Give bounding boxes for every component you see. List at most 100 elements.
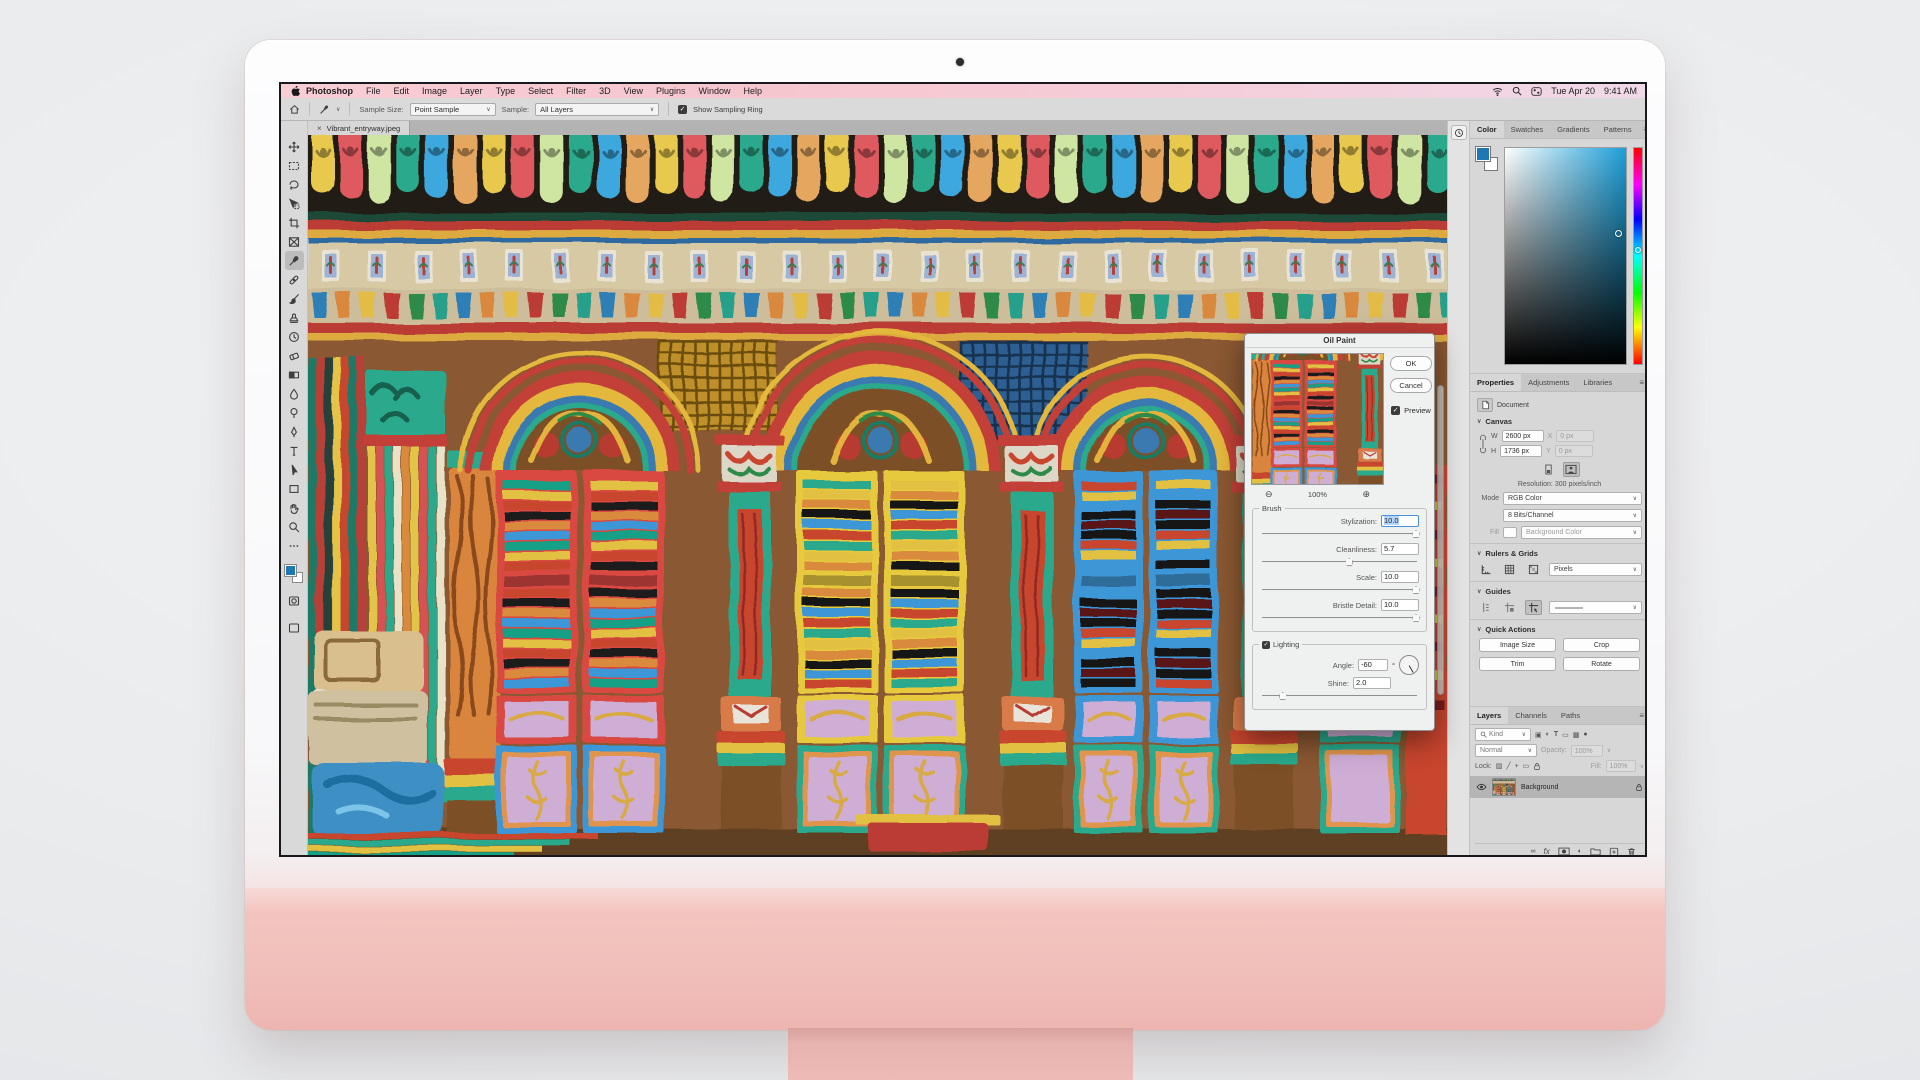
angle-field[interactable]: -60 [1358, 659, 1388, 671]
filter-type-icon[interactable]: T [1554, 731, 1558, 738]
menu-item-select[interactable]: Select [528, 86, 553, 96]
layer-row-background[interactable]: Background [1470, 776, 1647, 798]
menu-item-file[interactable]: File [366, 86, 381, 96]
apple-menu-icon[interactable] [290, 86, 300, 97]
filter-image-icon[interactable]: ▣ [1535, 731, 1542, 739]
object-selection-tool[interactable] [285, 194, 304, 213]
tab-channels[interactable]: Channels [1508, 707, 1554, 724]
x-field[interactable]: 0 px [1556, 430, 1594, 442]
filter-toggle-icon[interactable]: ● [1583, 731, 1587, 738]
tab-swatches[interactable]: Swatches [1504, 121, 1551, 138]
lasso-tool[interactable] [285, 175, 304, 194]
cleanliness-slider[interactable] [1262, 557, 1417, 567]
height-field[interactable]: 1736 px [1500, 445, 1542, 457]
menu-item-photoshop[interactable]: Photoshop [306, 86, 353, 96]
edit-toolbar[interactable] [285, 536, 304, 555]
crop-button[interactable]: Crop [1563, 638, 1640, 652]
zoom-out-icon[interactable]: ⊖ [1265, 489, 1273, 500]
fill-opacity-field[interactable]: 100% [1606, 760, 1636, 772]
color-swatches[interactable] [1476, 147, 1498, 171]
toolbar-color-swatches[interactable] [285, 565, 303, 583]
zoom-tool[interactable] [285, 517, 304, 536]
hand-tool[interactable] [285, 498, 304, 517]
menu-item-filter[interactable]: Filter [566, 86, 586, 96]
guides-icon-3[interactable] [1525, 600, 1542, 615]
stylization-field[interactable]: 10.0 [1381, 515, 1419, 527]
quick-actions-header[interactable]: ∨Quick Actions [1477, 625, 1642, 634]
lock-all-icon[interactable] [1533, 762, 1541, 771]
menu-item-help[interactable]: Help [744, 86, 763, 96]
bristle-detail-field[interactable]: 10.0 [1381, 599, 1419, 611]
zoom-in-icon[interactable]: ⊕ [1362, 489, 1370, 500]
menu-item-layer[interactable]: Layer [460, 86, 483, 96]
menu-item-view[interactable]: View [624, 86, 643, 96]
filter-shape-icon[interactable]: ▭ [1562, 731, 1569, 739]
lock-position-icon[interactable]: + [1515, 763, 1519, 770]
pen-tool[interactable] [285, 422, 304, 441]
fill-dropdown[interactable]: Background Color∨ [1521, 526, 1642, 539]
stylization-slider[interactable] [1262, 529, 1417, 539]
rectangle-tool[interactable] [285, 479, 304, 498]
chevron-down-icon[interactable]: ∨ [336, 106, 340, 113]
move-tool[interactable] [285, 137, 304, 156]
scale-slider[interactable] [1262, 585, 1417, 595]
blur-tool[interactable] [285, 384, 304, 403]
toggle-rulers-icon[interactable] [1477, 562, 1494, 577]
ok-button[interactable]: OK [1390, 356, 1432, 371]
add-mask-icon[interactable] [1558, 847, 1570, 856]
menu-item-window[interactable]: Window [699, 86, 731, 96]
sample-size-dropdown[interactable]: Point Sample∨ [410, 103, 496, 116]
blend-mode-dropdown[interactable]: Normal∨ [1475, 744, 1537, 757]
image-size-button[interactable]: Image Size [1479, 638, 1556, 652]
menu-time[interactable]: 9:41 AM [1604, 86, 1637, 96]
show-sampling-ring-checkbox[interactable]: ✓ [678, 105, 687, 114]
color-picker-square[interactable] [1504, 147, 1627, 365]
color-mode-dropdown[interactable]: RGB Color∨ [1503, 492, 1642, 505]
toolbar-foreground-color[interactable] [285, 565, 296, 576]
hue-marker[interactable] [1635, 247, 1641, 253]
home-icon[interactable] [289, 104, 300, 115]
panel-menu-icon[interactable]: ≡ [1634, 374, 1647, 391]
filter-adjustment-icon[interactable]: ◐ [1546, 731, 1550, 738]
tab-gradients[interactable]: Gradients [1550, 121, 1597, 138]
bit-depth-dropdown[interactable]: 8 Bits/Channel∨ [1503, 509, 1642, 522]
tab-properties[interactable]: Properties [1470, 374, 1521, 391]
panel-menu-icon[interactable]: ≡ [1639, 121, 1647, 138]
layer-style-icon[interactable]: fx [1544, 847, 1550, 856]
layer-visibility-eye-icon[interactable] [1476, 783, 1487, 791]
y-field[interactable]: 0 px [1555, 445, 1593, 457]
menu-item-image[interactable]: Image [422, 86, 447, 96]
adjustment-layer-icon[interactable]: ◐ [1578, 848, 1582, 855]
panel-menu-icon[interactable]: ≡ [1634, 707, 1647, 724]
guides-header[interactable]: ∨Guides [1477, 587, 1642, 596]
close-tab-icon[interactable]: × [317, 124, 322, 133]
tab-color[interactable]: Color [1470, 121, 1504, 138]
delete-layer-icon[interactable] [1627, 847, 1636, 857]
opacity-field[interactable]: 100% [1571, 745, 1603, 757]
portrait-orientation-button[interactable] [1540, 462, 1557, 477]
brush-tool[interactable] [285, 289, 304, 308]
lock-pixels-icon[interactable]: ╱ [1506, 762, 1510, 770]
menu-item-type[interactable]: Type [496, 86, 516, 96]
angle-dial[interactable] [1399, 655, 1419, 675]
trim-button[interactable]: Trim [1479, 657, 1556, 671]
eyedropper-preset-icon[interactable] [319, 104, 330, 115]
hue-slider[interactable] [1633, 147, 1643, 365]
type-tool[interactable] [285, 441, 304, 460]
cancel-button[interactable]: Cancel [1390, 378, 1432, 393]
lock-transparency-icon[interactable]: ▨ [1496, 762, 1503, 770]
tab-paths[interactable]: Paths [1554, 707, 1587, 724]
history-brush-tool[interactable] [285, 327, 304, 346]
filter-smart-object-icon[interactable]: ▩ [1573, 731, 1580, 739]
tab-patterns[interactable]: Patterns [1597, 121, 1639, 138]
menu-item-edit[interactable]: Edit [394, 86, 410, 96]
gradient-tool[interactable] [285, 365, 304, 384]
toggle-pixel-grid-icon[interactable] [1525, 562, 1542, 577]
eyedropper-tool[interactable] [285, 251, 304, 270]
fill-swatch[interactable] [1503, 527, 1517, 538]
control-center-icon[interactable] [1531, 87, 1542, 96]
bristle-detail-slider[interactable] [1262, 613, 1417, 623]
marquee-tool[interactable] [285, 156, 304, 175]
tab-layers[interactable]: Layers [1470, 707, 1508, 724]
link-layers-icon[interactable]: ∞ [1531, 848, 1536, 855]
